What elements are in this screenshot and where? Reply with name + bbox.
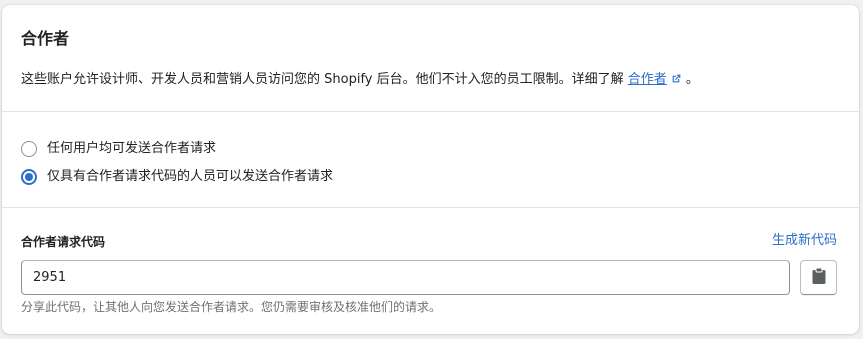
request-code-help-text: 分享此代码，让其他人向您发送合作者请求。您仍需要审核及核准他们的请求。 [21,300,442,314]
description-text: 这些账户允许设计师、开发人员和营销人员访问您的 Shopify 后台。他们不计入… [21,72,624,87]
request-code-input[interactable] [21,260,790,295]
radio-option-anyone[interactable]: 任何用户均可发送合作者请求 [21,139,216,159]
external-link-icon [671,72,682,90]
collaborators-learn-more-link[interactable]: 合作者 [628,72,682,87]
clipboard-icon [812,267,826,288]
card-header-section: 合作者 这些账户允许设计师、开发人员和营销人员访问您的 Shopify 后台。他… [2,5,859,112]
request-code-label: 合作者请求代码 [21,235,106,249]
request-code-section: 合作者请求代码 生成新代码 分享此代码，让其他人向您发送合作者请求。您仍需要审核… [2,208,859,334]
radio-button-code-only[interactable] [21,169,37,185]
generate-new-code-link[interactable]: 生成新代码 [772,233,837,249]
card-title: 合作者 [21,29,70,48]
learn-more-link-label: 合作者 [627,72,667,87]
card-description: 这些账户允许设计师、开发人员和营销人员访问您的 Shopify 后台。他们不计入… [21,71,699,90]
description-suffix: 。 [685,72,699,87]
radio-label-code-only: 仅具有合作者请求代码的人员可以发送合作者请求 [47,169,334,184]
collaborators-card: 合作者 这些账户允许设计师、开发人员和营销人员访问您的 Shopify 后台。他… [2,5,859,334]
copy-code-button[interactable] [800,260,837,295]
radio-option-code-only[interactable]: 仅具有合作者请求代码的人员可以发送合作者请求 [21,167,333,187]
radio-button-anyone[interactable] [21,141,37,157]
request-permission-section: 任何用户均可发送合作者请求 仅具有合作者请求代码的人员可以发送合作者请求 [2,111,859,208]
radio-label-anyone: 任何用户均可发送合作者请求 [47,141,217,156]
